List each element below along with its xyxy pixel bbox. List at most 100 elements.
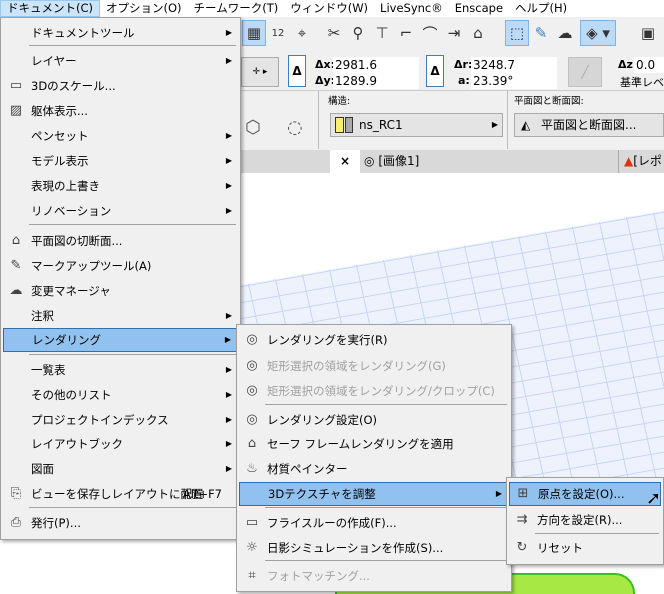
arc-icon[interactable]: ⌒: [418, 20, 442, 46]
menu-enscape[interactable]: Enscape: [449, 0, 509, 17]
texture-menu-item[interactable]: ⇉ 方向を設定(R)...: [509, 508, 661, 532]
menu-item-label: 平面図の切断面...: [31, 234, 123, 248]
angle-label: a:: [458, 74, 470, 87]
doc-menu-item[interactable]: ⌂ 平面図の切断面...: [3, 229, 238, 253]
document-menu: ドキュメントツール ▶ レイヤー ▶ ▭ 3Dのスケール... ▨ 躯体表示... ペンセット ▶…: [0, 17, 241, 540]
submenu-arrow-icon: ▶: [225, 464, 232, 473]
corner-icon[interactable]: ⌐: [394, 20, 418, 46]
texture-menu-item[interactable]: ↻ リセット: [509, 536, 661, 560]
menu-item-label: 躯体表示...: [31, 104, 88, 118]
dimension-icon[interactable]: 12: [266, 20, 290, 46]
render-menu-item: ⌗ フォトマッチング...: [239, 564, 509, 588]
menu-separator: [29, 45, 236, 46]
doc-menu-item[interactable]: ⎘ ビューを保存しレイアウトに配置 Alt+F7: [3, 482, 238, 506]
delta-button[interactable]: Δ: [288, 55, 306, 87]
menu-item-label: 発行(P)...: [31, 516, 81, 530]
home-icon[interactable]: ⌂: [466, 20, 490, 46]
doc-menu-item[interactable]: 図面 ▶: [3, 457, 238, 481]
doc-menu-item[interactable]: モデル表示 ▶: [3, 149, 238, 173]
doc-menu-item[interactable]: 表現の上書き ▶: [3, 174, 238, 198]
doc-menu-item[interactable]: ✎ マークアップツール(A): [3, 254, 238, 278]
elevation-icon[interactable]: ⊤: [370, 20, 394, 46]
menu-teamwork[interactable]: チームワーク(T): [188, 0, 285, 17]
texture-menu-item[interactable]: ⊞ 原点を設定(O)...: [509, 482, 661, 506]
doc-menu-item[interactable]: ドキュメントツール ▶: [3, 21, 238, 45]
texture-origin-icon: ⊞: [517, 486, 529, 501]
render-menu-item[interactable]: ◎ レンダリング設定(O): [239, 408, 509, 432]
doc-menu-item[interactable]: レンダリング ▶: [3, 328, 238, 352]
doc-menu-item[interactable]: ☁ 変更マネージャ: [3, 279, 238, 303]
menu-item-label: ペンセット: [31, 129, 89, 143]
scale-icon: ▭: [9, 78, 23, 93]
doc-menu-item[interactable]: 一覧表 ▶: [3, 358, 238, 382]
rendering-submenu: ◎ レンダリングを実行(R) ◎ 矩形選択の領域をレンダリング(G) ◎ 矩形選択の領域を…: [236, 324, 512, 592]
select-icon[interactable]: ⬚: [505, 20, 529, 46]
tool-icon[interactable]: ▦: [242, 20, 266, 46]
menu-options[interactable]: オプション(O): [100, 0, 188, 17]
reference-level[interactable]: 基準レベ: [620, 74, 664, 90]
divider: [507, 91, 508, 149]
menu-item-label: フライスルーの作成(F)...: [267, 516, 397, 530]
doc-menu-item[interactable]: リノベーション ▶: [3, 199, 238, 223]
mouse-cursor-icon: ➚: [646, 488, 662, 509]
scissors-icon[interactable]: ✂: [322, 20, 346, 46]
doc-menu-item[interactable]: ▨ 躯体表示...: [3, 99, 238, 123]
view-dropdown-icon[interactable]: ◈ ▾: [580, 20, 616, 46]
texture-reset-icon: ↻: [516, 540, 528, 555]
render-menu-item: ◎ 矩形選択の領域をレンダリング/クロップ(C): [239, 379, 509, 403]
photo-match-icon: ⌗: [248, 568, 256, 583]
render-menu-item[interactable]: ▭ フライスルーの作成(F)...: [239, 511, 509, 535]
render-menu-item[interactable]: ◎ レンダリングを実行(R): [239, 328, 509, 352]
doc-menu-item[interactable]: 注釈 ▶: [3, 304, 238, 328]
dr-label: Δr:: [454, 58, 473, 71]
box-icon[interactable]: ⬡: [245, 117, 261, 138]
snap-dropdown[interactable]: ✛ ▸: [241, 57, 279, 87]
magic-wand-icon[interactable]: ⚲: [346, 20, 370, 46]
angle-field[interactable]: 23.39°: [471, 73, 557, 89]
shortcut-label: Alt+F7: [182, 487, 222, 501]
dr-field[interactable]: 3248.7: [471, 57, 557, 73]
plan-section-button[interactable]: ◭ 平面図と断面図...: [514, 113, 664, 137]
menu-document[interactable]: ドキュメント(C): [0, 0, 101, 17]
close-tab-button[interactable]: ×: [330, 150, 360, 173]
submenu-arrow-icon: ▶: [225, 439, 232, 448]
cloud-icon[interactable]: ☁: [553, 20, 577, 46]
slope-button[interactable]: ╱: [568, 57, 602, 87]
offset-icon[interactable]: ⇥: [442, 20, 466, 46]
layout-icon[interactable]: ▣: [636, 20, 660, 46]
cylinder-icon[interactable]: ◌: [287, 117, 303, 138]
markup-icon[interactable]: ✎: [529, 20, 553, 46]
render-menu-item[interactable]: 3Dテクスチャを調整 ▶: [239, 482, 509, 506]
render-menu-item[interactable]: ♨ 材質ペインター: [239, 457, 509, 481]
doc-menu-item[interactable]: プロジェクトインデックス ▶: [3, 408, 238, 432]
menu-help[interactable]: ヘルプ(H): [509, 0, 573, 17]
doc-menu-item[interactable]: レイアウトブック ▶: [3, 432, 238, 456]
menu-item-label: 表現の上書き: [31, 179, 100, 193]
delta-polar-button[interactable]: Δ: [426, 55, 444, 87]
tab-image1[interactable]: ◎ [画像1]: [364, 150, 419, 173]
menu-item-label: レンダリング設定(O): [267, 413, 378, 427]
tab-report[interactable]: ▲[レポ: [624, 150, 662, 173]
submenu-arrow-icon: ▶: [225, 365, 232, 374]
texture-direction-icon: ⇉: [516, 512, 528, 527]
dy-field[interactable]: 1289.9: [333, 73, 419, 89]
menu-item-label: 図面: [31, 462, 54, 476]
render-menu-item[interactable]: ⌂ セーフ フレームレンダリングを適用: [239, 432, 509, 456]
doc-menu-item[interactable]: レイヤー ▶: [3, 49, 238, 73]
cross-icon[interactable]: ⌖: [290, 20, 314, 46]
flythrough-icon: ▭: [245, 515, 259, 530]
menu-livesync[interactable]: LiveSync®: [374, 0, 449, 17]
doc-menu-item[interactable]: ⎙ 発行(P)...: [3, 511, 238, 535]
plan-section-label: 平面図と断面図:: [514, 96, 584, 107]
structure-dropdown[interactable]: ns_RC1 ▶: [330, 113, 503, 137]
menu-item-label: レイヤー: [31, 54, 77, 68]
doc-menu-item[interactable]: ペンセット ▶: [3, 124, 238, 148]
doc-menu-item[interactable]: ▭ 3Dのスケール...: [3, 74, 238, 98]
save-view-icon: ⎘: [10, 486, 22, 501]
dz-field[interactable]: 0.0: [634, 57, 664, 73]
material-painter-icon: ♨: [246, 461, 258, 476]
doc-menu-item[interactable]: その他のリスト ▶: [3, 383, 238, 407]
render-menu-item[interactable]: ☼ 日影シミュレーションを作成(S)...: [239, 536, 509, 560]
menu-window[interactable]: ウィンドウ(W): [284, 0, 374, 17]
dx-field[interactable]: 2981.6: [333, 57, 419, 73]
